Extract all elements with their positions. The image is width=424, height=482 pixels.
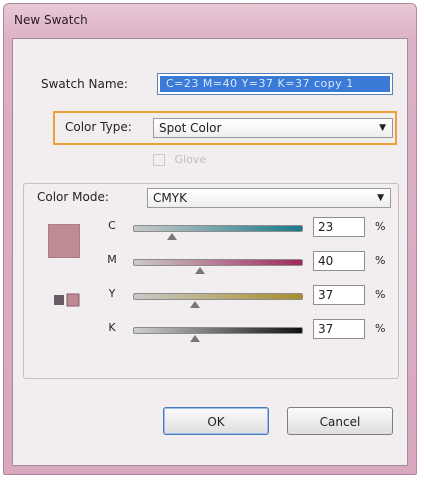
channel-slider-track[interactable]	[133, 293, 303, 300]
dialog-title: New Swatch	[14, 13, 88, 27]
channel-label: Y	[108, 287, 116, 300]
channel-slider-thumb[interactable]	[190, 335, 201, 342]
chevron-down-icon: ▼	[379, 123, 386, 133]
color-mode-panel	[23, 183, 399, 379]
color-mode-label: Color Mode:	[37, 190, 109, 204]
dialog-body: Swatch Name: C=23 M=40 Y=37 K=37 copy 1 …	[12, 38, 408, 466]
new-swatch-dialog: New Swatch Swatch Name: C=23 M=40 Y=37 K…	[3, 3, 417, 475]
title-bar[interactable]: New Swatch	[4, 4, 416, 38]
color-type-dropdown[interactable]: Spot Color ▼	[153, 118, 393, 138]
cancel-button[interactable]: Cancel	[287, 407, 393, 435]
global-checkbox-icon	[153, 154, 165, 166]
global-checkbox-row: Glove	[153, 153, 206, 166]
ok-button[interactable]: OK	[163, 407, 269, 435]
channel-slider-track[interactable]	[133, 259, 303, 266]
percent-unit-label: %	[375, 288, 386, 301]
channel-label: M	[107, 253, 117, 266]
percent-unit-label: %	[375, 254, 386, 267]
swatch-name-label: Swatch Name:	[41, 77, 128, 91]
channel-slider-thumb[interactable]	[190, 301, 201, 308]
channel-slider-track[interactable]	[133, 327, 303, 334]
global-checkbox-label: Glove	[174, 153, 207, 166]
color-type-value: Spot Color	[159, 121, 222, 135]
channel-value-input[interactable]: 40	[313, 251, 365, 271]
channel-slider-track[interactable]	[133, 225, 303, 232]
color-mode-dropdown[interactable]: CMYK ▼	[147, 188, 391, 208]
percent-unit-label: %	[375, 322, 386, 335]
swatch-name-input[interactable]: C=23 M=40 Y=37 K=37 copy 1	[157, 73, 393, 95]
color-preview-swatch	[48, 224, 80, 258]
spot-color-icon	[54, 293, 80, 307]
swatch-name-selected-text: C=23 M=40 Y=37 K=37 copy 1	[160, 76, 390, 92]
channel-slider-thumb[interactable]	[166, 233, 177, 240]
channel-value-input[interactable]: 23	[313, 217, 365, 237]
channel-label: K	[108, 321, 116, 334]
channel-label: C	[108, 219, 116, 232]
color-type-label: Color Type:	[65, 120, 132, 134]
percent-unit-label: %	[375, 220, 386, 233]
color-mode-value: CMYK	[153, 191, 187, 205]
channel-value-input[interactable]: 37	[313, 319, 365, 339]
chevron-down-icon: ▼	[377, 193, 384, 203]
channel-slider-thumb[interactable]	[195, 267, 206, 274]
channel-value-input[interactable]: 37	[313, 285, 365, 305]
